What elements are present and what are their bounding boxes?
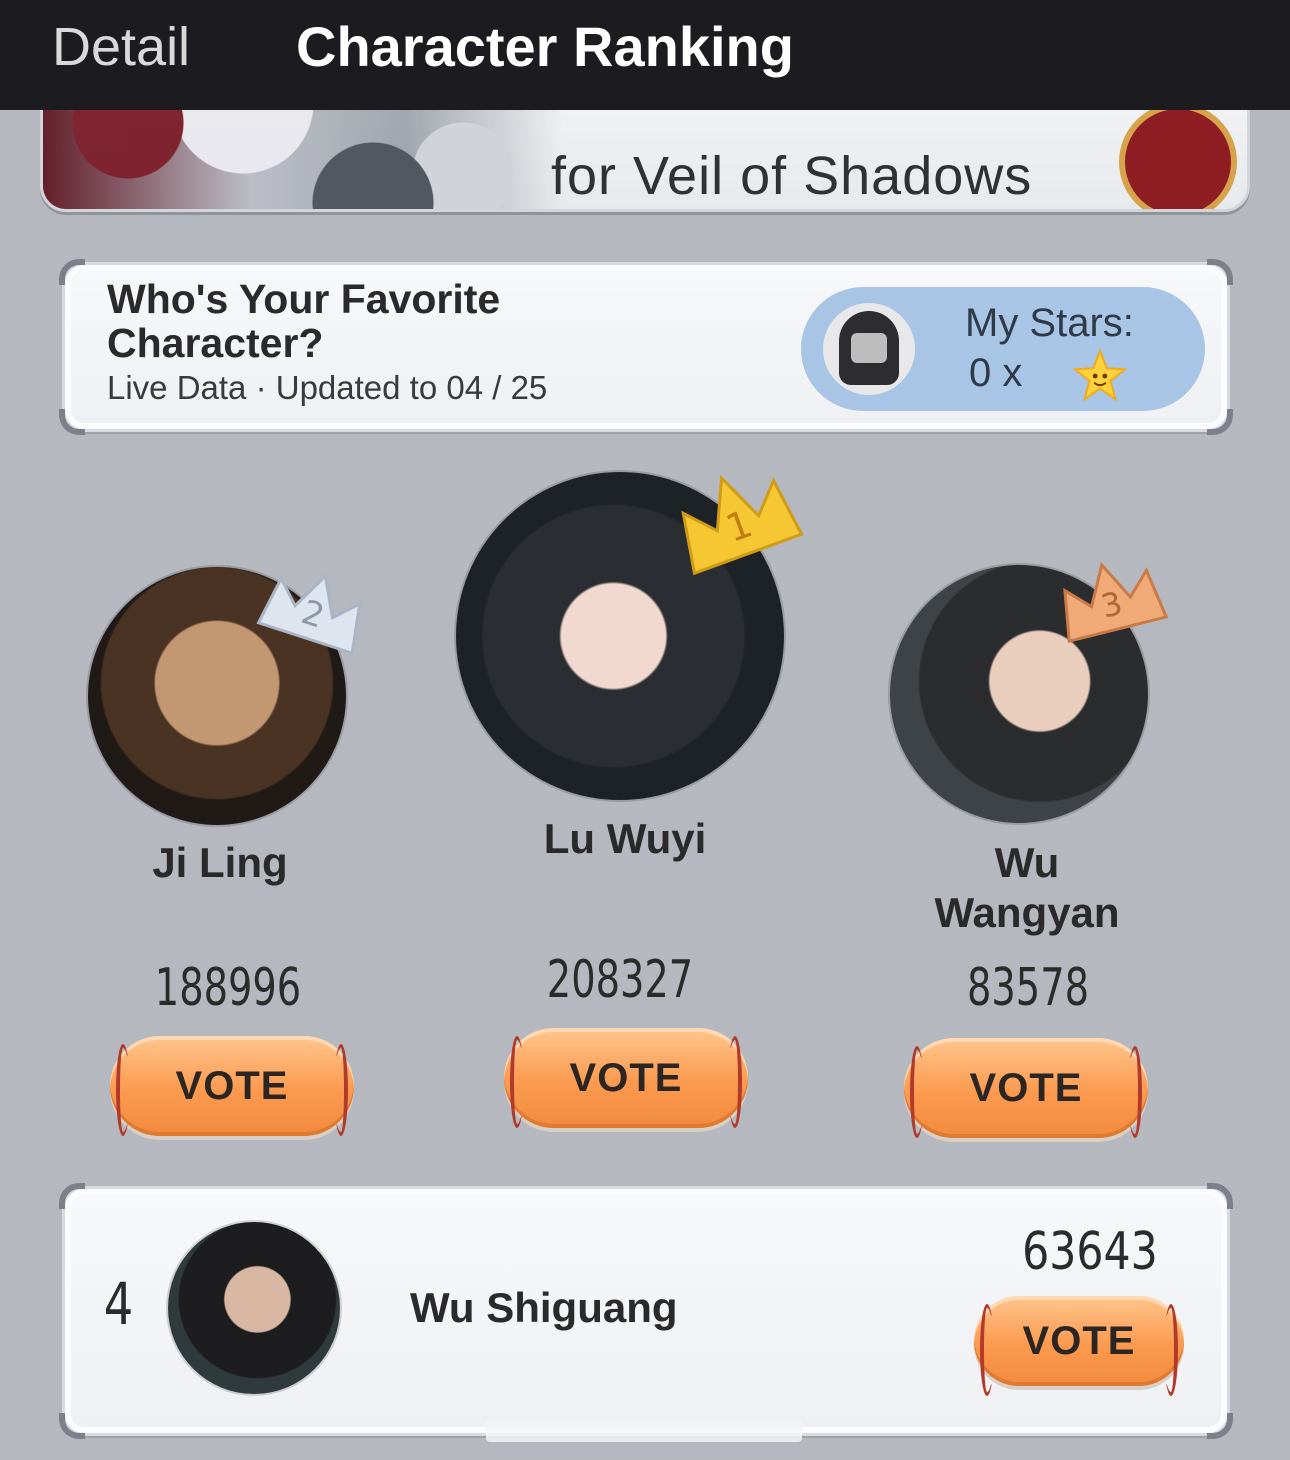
vote-count: 208327 bbox=[546, 950, 694, 1010]
avatar-face bbox=[851, 333, 887, 363]
vote-button-wu-shiguang[interactable]: VOTE bbox=[974, 1296, 1184, 1396]
candidate-name: Lu Wuyi bbox=[543, 815, 707, 862]
vote-count: 63643 bbox=[1022, 1222, 1158, 1282]
tab-character-ranking[interactable]: Character Ranking bbox=[296, 14, 794, 79]
crown-rank-1-icon: 1 bbox=[681, 474, 804, 576]
banner-seal-icon bbox=[1119, 103, 1237, 209]
corner-ornament bbox=[1207, 259, 1233, 285]
candidate-name: Ji Ling bbox=[152, 839, 288, 886]
vote-count: 83578 bbox=[966, 958, 1090, 1018]
crown-rank-2-icon: 2 bbox=[256, 573, 362, 656]
my-stars-label: My Stars: bbox=[965, 301, 1134, 345]
crown-rank-3-icon: 3 bbox=[1063, 561, 1169, 644]
corner-ornament bbox=[1207, 1183, 1233, 1209]
top-navigation-bar: Detail Character Ranking bbox=[0, 0, 1290, 110]
vote-button-lu-wuyi[interactable]: VOTE bbox=[504, 1028, 748, 1128]
corner-ornament bbox=[59, 1413, 85, 1439]
scroll-indicator bbox=[486, 1420, 802, 1442]
corner-ornament bbox=[1207, 1413, 1233, 1439]
star-icon bbox=[1072, 348, 1128, 402]
tab-detail[interactable]: Detail bbox=[52, 16, 190, 78]
rank-number: 4 bbox=[103, 1270, 134, 1338]
vote-count: 188996 bbox=[154, 958, 302, 1018]
user-avatar[interactable] bbox=[823, 303, 915, 395]
corner-ornament bbox=[59, 1183, 85, 1209]
banner-title: for Veil of Shadows bbox=[551, 146, 1033, 206]
avatar-wu-shiguang[interactable] bbox=[168, 1222, 340, 1394]
live-data-subtitle: Live Data · Updated to 04 / 25 bbox=[107, 369, 548, 406]
vote-button-wu-wangyan[interactable]: VOTE bbox=[904, 1038, 1148, 1138]
candidate-name: Wu Wangyan bbox=[934, 839, 1120, 936]
my-stars-count: 0 x bbox=[969, 351, 1023, 395]
corner-ornament bbox=[59, 409, 85, 435]
favorite-character-header: Who's Your Favorite Character? Live Data… bbox=[59, 259, 1233, 435]
vote-button-ji-ling[interactable]: VOTE bbox=[110, 1036, 354, 1136]
corner-ornament bbox=[59, 259, 85, 285]
candidate-name: Wu Shiguang bbox=[410, 1284, 678, 1331]
corner-ornament bbox=[1207, 409, 1233, 435]
my-stars-pill[interactable]: My Stars: 0 x bbox=[801, 287, 1205, 411]
page-title: Who's Your Favorite Character? bbox=[107, 276, 501, 366]
